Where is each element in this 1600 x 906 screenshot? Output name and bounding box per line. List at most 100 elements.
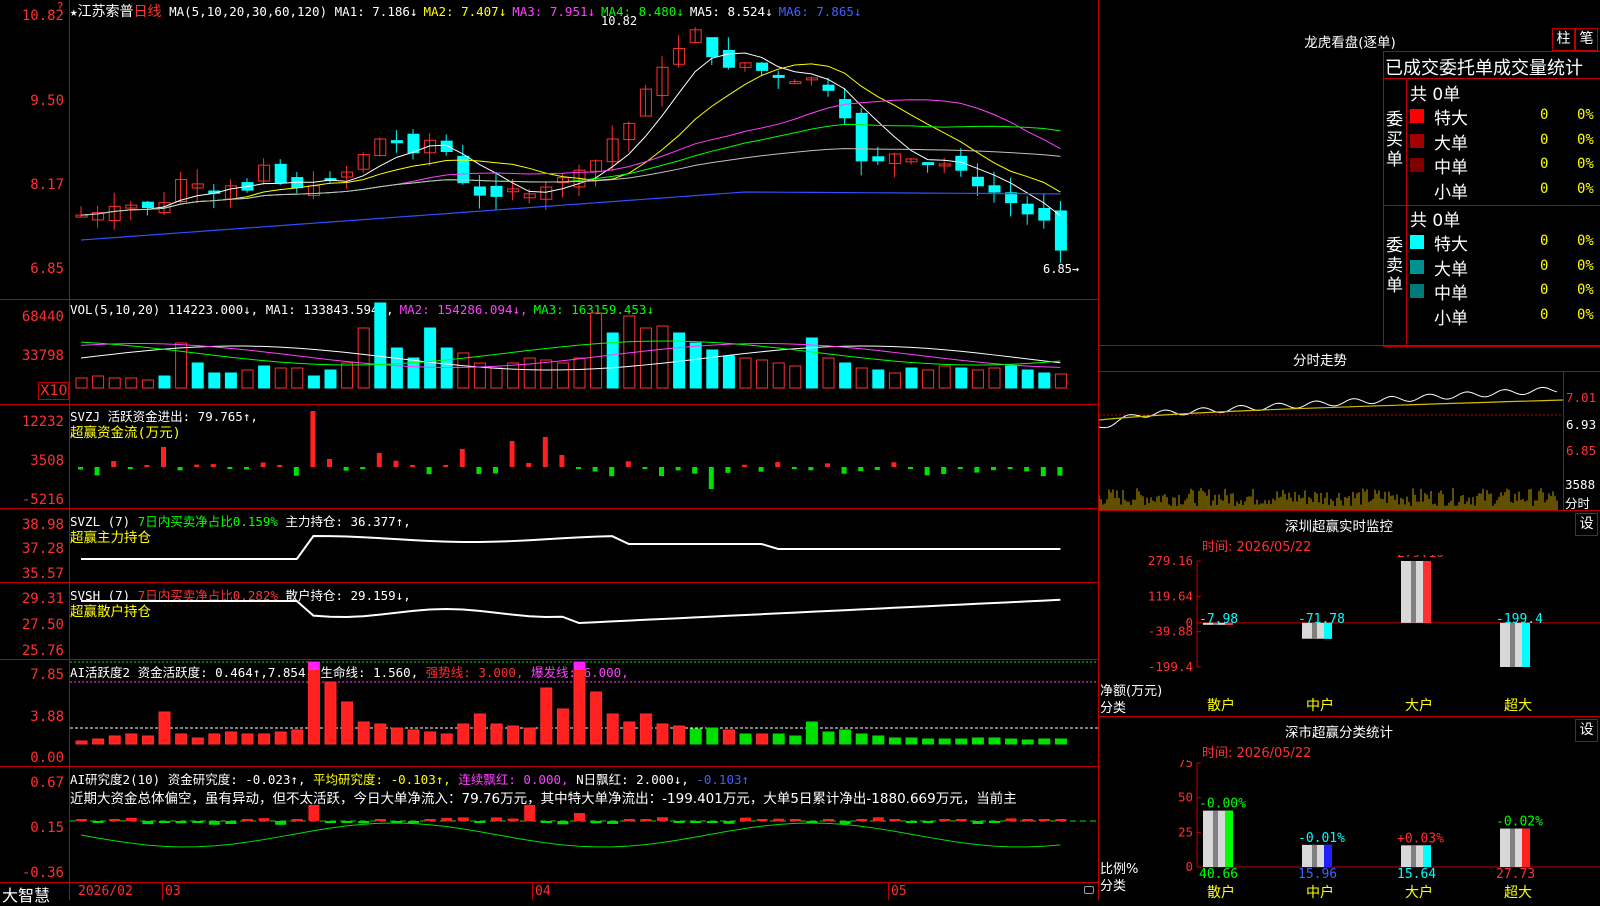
ai-research-name: AI研究度2(10) bbox=[70, 772, 161, 787]
volume-bar bbox=[108, 377, 121, 389]
volume-bar bbox=[1005, 365, 1018, 389]
activity-bar bbox=[1054, 738, 1067, 745]
activity-bar bbox=[473, 713, 486, 745]
research-bar bbox=[989, 821, 1000, 823]
bar-bottom-label: 15.64 bbox=[1397, 867, 1436, 882]
activity-bar bbox=[573, 661, 586, 745]
svzj-bar bbox=[858, 467, 864, 472]
activity-bar bbox=[789, 735, 802, 745]
svzj-bar bbox=[260, 462, 266, 467]
svzl-chart[interactable] bbox=[70, 509, 1098, 582]
svzj-bar bbox=[277, 465, 283, 467]
volume-bar bbox=[75, 377, 88, 389]
activity-bar bbox=[888, 737, 901, 745]
bar-category-label: 散户 bbox=[1207, 697, 1235, 714]
ai-active-ytick: 0.00 bbox=[30, 750, 64, 766]
research-bar bbox=[889, 819, 901, 821]
research-bar bbox=[690, 821, 702, 823]
activity-bar bbox=[424, 731, 437, 745]
svsh-chart[interactable] bbox=[70, 583, 1098, 659]
row-color-swatch bbox=[1410, 158, 1424, 172]
bar-category-label: 散户 bbox=[1207, 884, 1235, 900]
volume-chart[interactable] bbox=[70, 300, 1098, 404]
volume-bar bbox=[955, 367, 968, 389]
ai-active-chart[interactable] bbox=[70, 660, 1098, 766]
research-bar bbox=[125, 817, 137, 821]
bar-category-label: 大户 bbox=[1405, 697, 1433, 714]
research-line bbox=[80, 822, 1061, 848]
moving-average-line bbox=[80, 99, 1061, 216]
vol-ytick: 68440 bbox=[21, 309, 64, 325]
svzj-bar bbox=[1040, 467, 1046, 477]
activity-bar bbox=[556, 708, 569, 745]
x-axis-label: 05 bbox=[891, 884, 907, 899]
svzj-bar bbox=[576, 467, 581, 469]
category-bar-accent bbox=[1423, 845, 1431, 867]
candle-body bbox=[407, 133, 420, 154]
activity-bar bbox=[357, 721, 370, 745]
volume-unit-label[interactable]: X10 bbox=[38, 382, 70, 400]
svzj-bar bbox=[841, 467, 847, 474]
category-bar-shade bbox=[1510, 828, 1515, 867]
activity-bar bbox=[274, 731, 287, 745]
lock-icon[interactable] bbox=[1084, 886, 1094, 894]
svzj-bar bbox=[509, 441, 515, 467]
volume-bar bbox=[1038, 372, 1051, 389]
volume-bar bbox=[922, 369, 935, 389]
explosive-marker bbox=[308, 662, 320, 670]
candle-body bbox=[490, 185, 503, 197]
intraday-chart[interactable] bbox=[1099, 372, 1563, 510]
volume-bar bbox=[540, 359, 553, 389]
bar-value-label: -199.4 bbox=[1496, 612, 1543, 627]
volume-bar bbox=[357, 327, 370, 389]
sz-monitor-chart[interactable]: 279.16119.640-39.88-199.4-7.98散户-71.78中户… bbox=[1099, 555, 1600, 715]
volume-bar bbox=[507, 362, 520, 389]
activity-bar bbox=[125, 733, 138, 745]
dragon-tiger-title: 龙虎看盘(逐单) bbox=[1304, 35, 1396, 51]
svzj-bar bbox=[343, 467, 349, 471]
research-bar bbox=[839, 821, 851, 824]
activity-bar bbox=[241, 733, 254, 745]
research-bar bbox=[922, 821, 934, 823]
tick-view-button[interactable]: 笔 bbox=[1575, 28, 1598, 51]
svzj-bar bbox=[94, 467, 100, 476]
ai-research-chart[interactable] bbox=[70, 805, 1098, 882]
row-pct: 0% bbox=[1577, 107, 1594, 123]
research-bar bbox=[358, 821, 370, 824]
svzj-bar bbox=[742, 464, 747, 467]
bar-category-label: 中户 bbox=[1306, 697, 1334, 714]
svzj-bar bbox=[675, 467, 681, 471]
sz-monitor-time: 时间: 2026/05/22 bbox=[1202, 540, 1312, 555]
svzj-bar bbox=[957, 467, 963, 469]
svzj-bar bbox=[459, 449, 465, 467]
volume-bar bbox=[772, 362, 785, 389]
buy-side-label: 委买单 bbox=[1386, 110, 1403, 170]
svzj-chart[interactable] bbox=[70, 405, 1098, 508]
research-bar bbox=[408, 821, 419, 824]
row-pct: 0% bbox=[1577, 131, 1594, 148]
research-bar bbox=[159, 821, 170, 823]
bar-view-button[interactable]: 柱 bbox=[1552, 28, 1575, 51]
research-bar bbox=[92, 821, 104, 823]
x-axis-label: 04 bbox=[535, 884, 551, 899]
activity-bar bbox=[739, 733, 752, 745]
candle-body bbox=[706, 37, 719, 58]
activity-bar bbox=[955, 738, 968, 745]
ai-research-b: 平均研究度: -0.103↑, bbox=[313, 772, 451, 787]
svzj-bar bbox=[244, 467, 249, 470]
volume-bar bbox=[224, 372, 237, 389]
row-value: 0 bbox=[1540, 257, 1549, 274]
volume-bar bbox=[872, 369, 885, 389]
sz-class-settings-button[interactable]: 设 bbox=[1575, 719, 1598, 742]
volume-bar bbox=[440, 347, 453, 389]
volume-bar bbox=[606, 332, 619, 389]
volume-bar bbox=[822, 357, 835, 389]
svzj-bar bbox=[161, 447, 166, 467]
sz-monitor-settings-button[interactable]: 设 bbox=[1575, 513, 1598, 536]
candlestick-chart[interactable] bbox=[70, 0, 1098, 299]
sz-class-chart[interactable]: 75 50 25 0 -0.00% 散户 40.66 -0.01% 中户 15.96 +0.03% 大… bbox=[1099, 760, 1600, 900]
activity-bar bbox=[440, 733, 453, 745]
x-axis-label: 03 bbox=[165, 884, 181, 899]
intraday-divider bbox=[1099, 345, 1600, 346]
volume-bar bbox=[324, 369, 337, 389]
